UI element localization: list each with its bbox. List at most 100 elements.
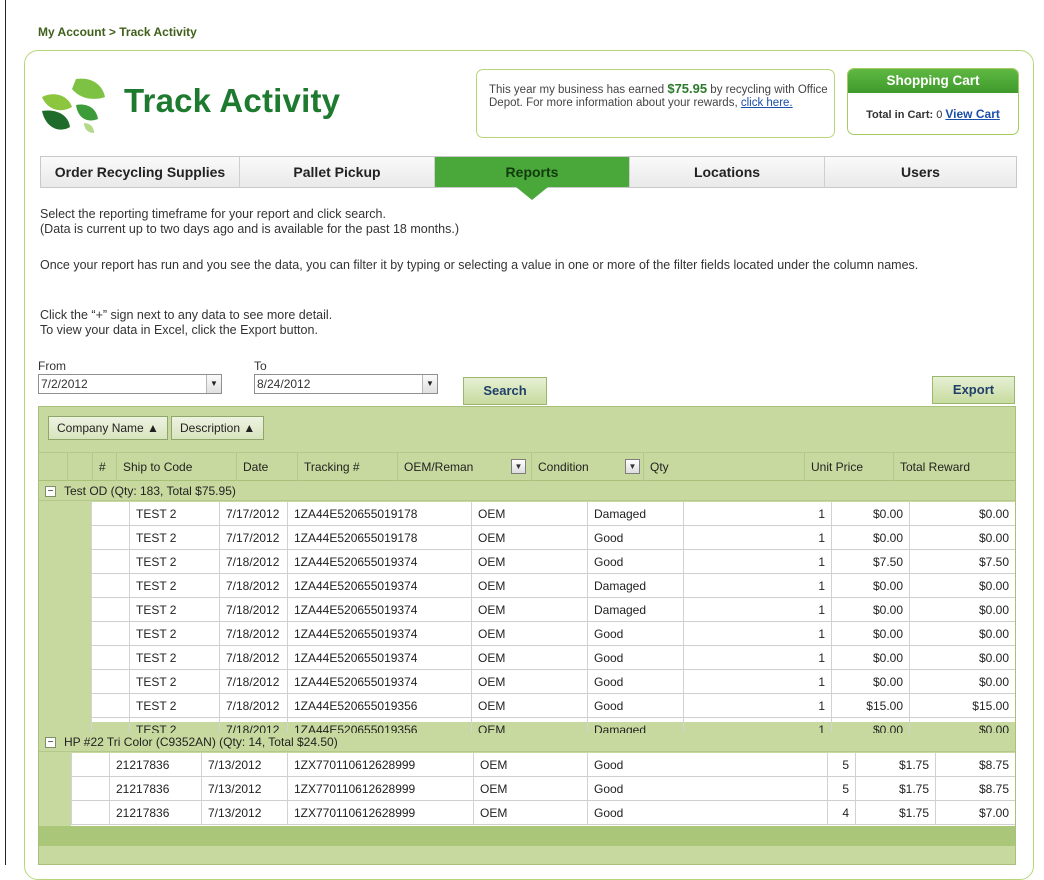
tab-order-recycling-supplies[interactable]: Order Recycling Supplies bbox=[41, 157, 240, 187]
table-cell: 1ZX770110612628999 bbox=[287, 801, 473, 825]
table-cell: 7/13/2012 bbox=[201, 801, 287, 825]
table-cell: $0.00 bbox=[831, 622, 909, 646]
breadcrumb[interactable]: My Account > Track Activity bbox=[38, 25, 197, 39]
table-cell: 1 bbox=[683, 622, 831, 646]
table-row[interactable]: 21217836 7/13/2012 1ZX770110612628999 OEM Go… bbox=[71, 777, 1015, 801]
table-cell: $0.00 bbox=[831, 598, 909, 622]
tab-pallet-pickup[interactable]: Pallet Pickup bbox=[240, 157, 435, 187]
table-cell: TEST 2 bbox=[129, 670, 219, 694]
table-row[interactable]: TEST 2 7/17/2012 1ZA44E520655019178 OEM Good… bbox=[91, 526, 1015, 550]
table-row[interactable]: TEST 2 7/18/2012 1ZA44E520655019374 OEM Good… bbox=[91, 550, 1015, 574]
group-chip-company-name[interactable]: Company Name ▲ bbox=[48, 416, 168, 440]
shopping-cart-box: Shopping Cart Total in Cart: 0 View Cart bbox=[847, 68, 1019, 135]
table-cell: Good bbox=[587, 550, 683, 574]
chevron-down-icon[interactable]: ▼ bbox=[422, 375, 437, 393]
table-cell: 5 bbox=[827, 753, 855, 777]
tab-locations[interactable]: Locations bbox=[630, 157, 825, 187]
row-indent-cell bbox=[91, 694, 129, 718]
table-cell: OEM bbox=[471, 670, 587, 694]
chevron-down-icon[interactable]: ▼ bbox=[206, 375, 221, 393]
table-row[interactable]: TEST 2 7/18/2012 1ZA44E520655019374 OEM Good… bbox=[91, 670, 1015, 694]
table-cell: OEM bbox=[471, 694, 587, 718]
view-cart-link[interactable]: View Cart bbox=[945, 107, 999, 121]
row-indent-cell bbox=[91, 670, 129, 694]
table-cell: 7/13/2012 bbox=[201, 753, 287, 777]
report-grid: Company Name ▲ Description ▲ # Ship to C… bbox=[38, 406, 1016, 865]
table-cell: Good bbox=[587, 753, 827, 777]
tab-reports[interactable]: Reports bbox=[435, 157, 630, 200]
group-label: HP #22 Tri Color (C9352AN) (Qty: 14, Tot… bbox=[64, 735, 338, 749]
table-cell: OEM bbox=[471, 598, 587, 622]
table-cell: $15.00 bbox=[909, 694, 1015, 718]
table-cell: TEST 2 bbox=[129, 598, 219, 622]
col-unit-price[interactable]: Unit Price bbox=[804, 453, 893, 481]
group-row-test-od[interactable]: − Test OD (Qty: 183, Total $75.95) bbox=[39, 482, 1015, 501]
table-row[interactable]: TEST 2 7/17/2012 1ZA44E520655019178 OEM Dama… bbox=[91, 502, 1015, 526]
col-total-reward[interactable]: Total Reward bbox=[893, 453, 1015, 481]
search-button[interactable]: Search bbox=[463, 377, 547, 405]
group-chip-description[interactable]: Description ▲ bbox=[171, 416, 265, 440]
table-cell: $7.50 bbox=[909, 550, 1015, 574]
filter-dropdown-icon[interactable]: ▼ bbox=[511, 459, 526, 474]
table-cell: 1 bbox=[683, 670, 831, 694]
earnings-text-before: This year my business has earned bbox=[489, 84, 668, 96]
tab-users[interactable]: Users bbox=[825, 157, 1016, 187]
main-nav: Order Recycling Supplies Pallet Pickup R… bbox=[40, 156, 1017, 200]
table-cell: 1 bbox=[683, 694, 831, 718]
export-button[interactable]: Export bbox=[932, 376, 1015, 404]
table-row[interactable]: 21217836 7/13/2012 1ZX770110612628999 OEM Go… bbox=[71, 801, 1015, 825]
table-row[interactable]: TEST 2 7/18/2012 1ZA44E520655019374 OEM Dama… bbox=[91, 574, 1015, 598]
table-row[interactable]: TEST 2 7/18/2012 1ZA44E520655019356 OEM Good… bbox=[91, 694, 1015, 718]
row-indent-cell bbox=[91, 646, 129, 670]
col-tracking[interactable]: Tracking # bbox=[297, 453, 397, 481]
group-table-test-od: TEST 2 7/17/2012 1ZA44E520655019178 OEM Dama… bbox=[91, 502, 1015, 742]
filter-dropdown-icon[interactable]: ▼ bbox=[625, 459, 640, 474]
from-label: From bbox=[38, 359, 66, 373]
grid-header: # Ship to Code Date Tracking # OEM/Reman… bbox=[39, 452, 1015, 481]
table-cell: 1 bbox=[683, 574, 831, 598]
table-cell: $7.00 bbox=[935, 801, 1015, 825]
table-cell: OEM bbox=[471, 502, 587, 526]
table-cell: 21217836 bbox=[109, 753, 201, 777]
table-cell: $0.00 bbox=[909, 598, 1015, 622]
table-cell: $0.00 bbox=[909, 526, 1015, 550]
table-cell: $0.00 bbox=[909, 574, 1015, 598]
table-cell: 1ZA44E520655019178 bbox=[287, 526, 471, 550]
table-cell: 1ZA44E520655019374 bbox=[287, 622, 471, 646]
table-cell: 1 bbox=[683, 526, 831, 550]
table-cell: TEST 2 bbox=[129, 502, 219, 526]
table-cell: 1ZX770110612628999 bbox=[287, 753, 473, 777]
table-cell: 7/18/2012 bbox=[219, 598, 287, 622]
table-row[interactable]: 21217836 7/13/2012 1ZX770110612628999 OEM Go… bbox=[71, 753, 1015, 777]
table-cell: OEM bbox=[471, 526, 587, 550]
col-number[interactable]: # bbox=[92, 453, 116, 481]
table-row[interactable]: TEST 2 7/18/2012 1ZA44E520655019374 OEM Good… bbox=[91, 622, 1015, 646]
group-row-hp22[interactable]: − HP #22 Tri Color (C9352AN) (Qty: 14, To… bbox=[39, 733, 1015, 752]
table-cell: 1ZA44E520655019178 bbox=[287, 502, 471, 526]
earnings-amount: $75.95 bbox=[667, 81, 708, 96]
table-cell: Good bbox=[587, 777, 827, 801]
table-cell: 1ZA44E520655019374 bbox=[287, 574, 471, 598]
rewards-link[interactable]: click here. bbox=[741, 97, 793, 109]
group-table-hp22: 21217836 7/13/2012 1ZX770110612628999 OEM Go… bbox=[71, 753, 1015, 826]
page-title: Track Activity bbox=[124, 82, 341, 119]
col-ship-to-code[interactable]: Ship to Code bbox=[116, 453, 236, 481]
col-date[interactable]: Date bbox=[236, 453, 297, 481]
table-cell: 7/18/2012 bbox=[219, 694, 287, 718]
table-cell: 1ZA44E520655019374 bbox=[287, 550, 471, 574]
table-row[interactable]: TEST 2 7/18/2012 1ZA44E520655019374 OEM Dama… bbox=[91, 598, 1015, 622]
instructions-filter: Once your report has run and you see the… bbox=[40, 258, 919, 272]
table-cell: $15.00 bbox=[831, 694, 909, 718]
collapse-icon[interactable]: − bbox=[45, 486, 56, 498]
to-date-select[interactable]: 8/24/2012 ▼ bbox=[254, 374, 438, 394]
table-cell: 1ZA44E520655019356 bbox=[287, 694, 471, 718]
row-indent-cell bbox=[71, 753, 109, 777]
table-cell: 1 bbox=[683, 646, 831, 670]
table-row[interactable]: TEST 2 7/18/2012 1ZA44E520655019374 OEM Good… bbox=[91, 646, 1015, 670]
instructions-line: (Data is current up to two days ago and … bbox=[40, 221, 459, 236]
from-date-select[interactable]: 7/2/2012 ▼ bbox=[38, 374, 222, 394]
tab-label: Users bbox=[901, 164, 940, 180]
collapse-icon[interactable]: − bbox=[45, 737, 56, 749]
row-indent-cell bbox=[91, 502, 129, 526]
col-qty[interactable]: Qty bbox=[643, 453, 804, 481]
